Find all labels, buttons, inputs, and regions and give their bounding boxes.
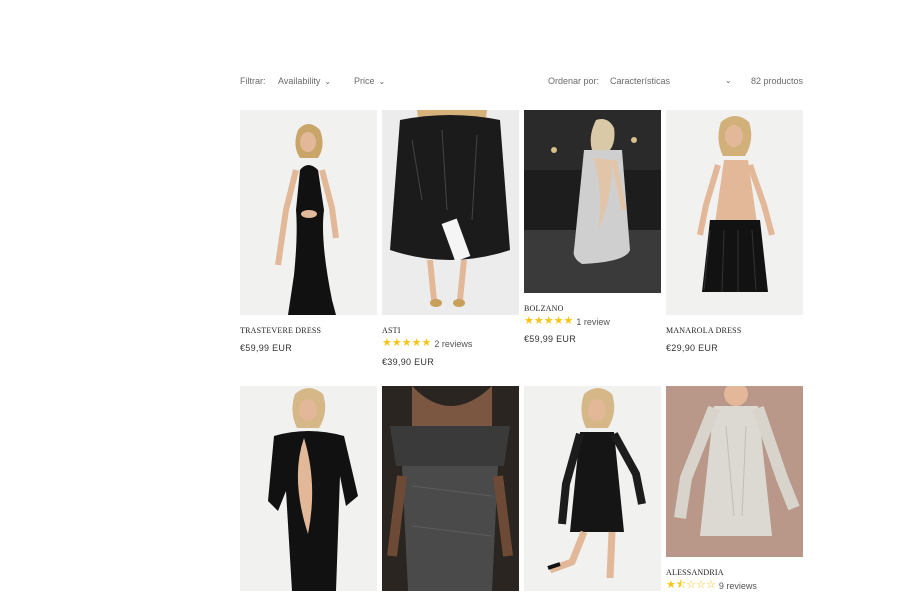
product-title[interactable]: TRASTEVERE DRESS	[240, 326, 321, 335]
review-count[interactable]: 9 reviews	[719, 581, 757, 591]
chevron-down-icon: ⌄	[324, 77, 332, 86]
star-icon: ★	[421, 337, 432, 349]
product-rating: ★ ★ ★ ★ ★ 2 reviews	[382, 338, 472, 349]
product-title[interactable]: ALESSANDRIA	[666, 568, 724, 577]
star-icon: ★	[553, 315, 564, 327]
product-image[interactable]	[524, 110, 661, 293]
product-card[interactable]: BOLZANO ★ ★ ★ ★ ★ 1 review €59,99 EUR	[524, 110, 661, 350]
rating-stars: ★ ★ ★ ★ ★	[524, 316, 573, 327]
filter-label: Filtrar:	[240, 76, 266, 86]
product-image[interactable]	[666, 386, 803, 557]
empty-star-icon: ☆	[696, 579, 707, 591]
chevron-down-icon: ⌄	[725, 76, 732, 85]
review-count[interactable]: 2 reviews	[434, 339, 472, 349]
star-icon: ★	[382, 337, 392, 349]
empty-star-icon: ☆	[706, 579, 716, 591]
rating-stars: ★ ⯪ ☆ ☆ ☆	[666, 580, 716, 591]
product-image[interactable]	[666, 110, 803, 315]
product-card[interactable]: MANAROLA DRESS €29,90 EUR	[666, 110, 803, 360]
product-price: €29,90 EUR	[666, 343, 719, 353]
product-rating: ★ ⯪ ☆ ☆ ☆ 9 reviews	[666, 580, 757, 591]
availability-filter[interactable]: Availability ⌄	[278, 76, 331, 86]
product-count: 82 productos	[750, 76, 803, 86]
product-price: €59,99 EUR	[524, 334, 577, 344]
product-price: €39,90 EUR	[382, 357, 435, 367]
star-icon: ★	[411, 337, 422, 349]
product-price: €59,99 EUR	[240, 343, 293, 353]
availability-filter-label: Availability	[278, 76, 321, 86]
star-icon: ★	[391, 337, 402, 349]
price-filter-label: Price	[354, 76, 375, 86]
star-icon: ★	[543, 315, 554, 327]
product-card[interactable]	[382, 386, 519, 591]
product-image[interactable]	[382, 386, 519, 591]
sort-select-value: Características	[610, 76, 671, 86]
product-title[interactable]: BOLZANO	[524, 304, 564, 313]
star-icon: ★	[563, 315, 574, 327]
product-image[interactable]	[240, 110, 377, 315]
rating-stars: ★ ★ ★ ★ ★	[382, 338, 431, 349]
review-count[interactable]: 1 review	[576, 317, 610, 327]
sort-label: Ordenar por:	[548, 76, 600, 86]
product-image[interactable]	[524, 386, 661, 591]
chevron-down-icon: ⌄	[378, 77, 386, 86]
product-rating: ★ ★ ★ ★ ★ 1 review	[524, 316, 610, 327]
empty-star-icon: ☆	[686, 579, 697, 591]
sort-select[interactable]: Características ⌄	[610, 76, 732, 86]
product-card[interactable]: ALESSANDRIA ★ ⯪ ☆ ☆ ☆ 9 reviews	[666, 386, 803, 591]
product-card[interactable]	[240, 386, 377, 591]
product-image[interactable]	[382, 110, 519, 315]
product-card[interactable]: ASTI ★ ★ ★ ★ ★ 2 reviews €39,90 EUR	[382, 110, 519, 370]
star-icon: ★	[533, 315, 544, 327]
star-icon: ★	[524, 315, 534, 327]
star-icon: ★	[401, 337, 412, 349]
product-card[interactable]: TRASTEVERE DRESS €59,99 EUR	[240, 110, 377, 360]
product-title[interactable]: MANAROLA DRESS	[666, 326, 741, 335]
product-image[interactable]	[240, 386, 377, 591]
star-icon: ★	[666, 579, 676, 591]
half-star-icon: ⯪	[675, 579, 687, 591]
product-title[interactable]: ASTI	[382, 326, 401, 335]
filter-bar: Filtrar: Availability ⌄ Price ⌄ Ordenar po…	[240, 72, 803, 90]
product-card[interactable]	[524, 386, 661, 591]
price-filter[interactable]: Price ⌄	[354, 76, 385, 86]
